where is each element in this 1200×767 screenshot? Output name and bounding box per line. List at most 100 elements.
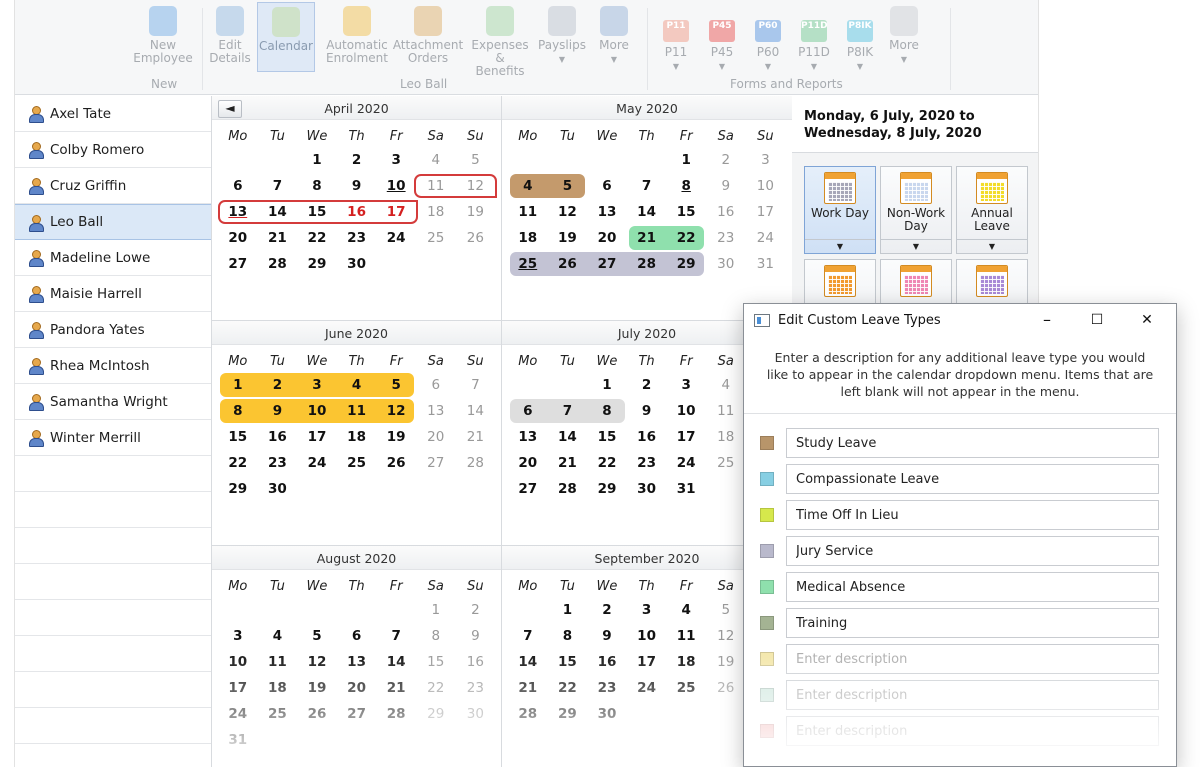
calendar-day[interactable]: 12 xyxy=(297,650,337,674)
calendar-day[interactable]: 20 xyxy=(337,676,377,700)
calendar-day[interactable]: 7 xyxy=(456,373,496,397)
calendar-day[interactable]: 10 xyxy=(376,174,416,198)
color-swatch[interactable] xyxy=(760,616,774,630)
calendar-day[interactable]: 24 xyxy=(297,451,337,475)
calendar-day[interactable]: 6 xyxy=(508,399,548,423)
calendar-day[interactable]: 9 xyxy=(706,174,746,198)
calendar-day[interactable]: 22 xyxy=(416,676,456,700)
calendar-day[interactable]: 17 xyxy=(297,425,337,449)
calendar-day[interactable]: 9 xyxy=(456,624,496,648)
calendar-day[interactable]: 5 xyxy=(706,598,746,622)
maximize-button[interactable]: ☐ xyxy=(1074,304,1120,337)
color-swatch[interactable] xyxy=(760,688,774,702)
calendar-day[interactable]: 5 xyxy=(297,624,337,648)
calendar-day[interactable]: 15 xyxy=(218,425,258,449)
calendar-day[interactable]: 30 xyxy=(258,477,298,501)
calendar-day[interactable]: 17 xyxy=(666,425,706,449)
employee-list-item[interactable]: Madeline Lowe xyxy=(15,240,211,276)
calendar-day[interactable]: 25 xyxy=(258,702,298,726)
calendar-day[interactable]: 23 xyxy=(587,676,627,700)
calendar-day[interactable]: 5 xyxy=(376,373,416,397)
calendar-day[interactable]: 4 xyxy=(416,148,456,172)
calendar-day[interactable]: 8 xyxy=(218,399,258,423)
close-button[interactable]: ✕ xyxy=(1124,304,1170,337)
calendar-day[interactable]: 26 xyxy=(376,451,416,475)
calendar-day[interactable]: 10 xyxy=(297,399,337,423)
calendar-day[interactable]: 2 xyxy=(627,373,667,397)
calendar-day[interactable]: 1 xyxy=(218,373,258,397)
ribbon-button-automatic-enrolment[interactable]: Automatic Enrolment xyxy=(321,2,393,72)
calendar-day[interactable]: 31 xyxy=(746,252,786,276)
leave-description-input[interactable] xyxy=(786,716,1159,746)
calendar-day[interactable]: 15 xyxy=(666,200,706,224)
calendar-day[interactable]: 4 xyxy=(706,373,746,397)
calendar-day[interactable]: 16 xyxy=(258,425,298,449)
calendar-day[interactable]: 18 xyxy=(258,676,298,700)
calendar-day[interactable]: 3 xyxy=(746,148,786,172)
calendar-day[interactable]: 24 xyxy=(627,676,667,700)
employee-list-item[interactable]: Pandora Yates xyxy=(15,312,211,348)
calendar-day[interactable]: 9 xyxy=(258,399,298,423)
dropdown-arrow-icon[interactable]: ▼ xyxy=(805,239,875,253)
calendar-day[interactable]: 17 xyxy=(627,650,667,674)
calendar-day[interactable]: 29 xyxy=(297,252,337,276)
ribbon-button-expenses-benefits[interactable]: Expenses & Benefits xyxy=(469,2,531,78)
calendar-day[interactable]: 30 xyxy=(706,252,746,276)
calendar-day[interactable]: 1 xyxy=(587,373,627,397)
calendar-day[interactable]: 14 xyxy=(508,650,548,674)
color-swatch[interactable] xyxy=(760,724,774,738)
calendar-day[interactable]: 8 xyxy=(548,624,588,648)
calendar-day[interactable]: 20 xyxy=(587,226,627,250)
calendar-day[interactable]: 9 xyxy=(627,399,667,423)
calendar-day[interactable]: 24 xyxy=(218,702,258,726)
calendar-day[interactable]: 2 xyxy=(587,598,627,622)
calendar-day[interactable]: 4 xyxy=(258,624,298,648)
calendar-day[interactable]: 22 xyxy=(548,676,588,700)
calendar-day[interactable]: 14 xyxy=(627,200,667,224)
calendar-day[interactable]: 5 xyxy=(456,148,496,172)
calendar-day[interactable]: 22 xyxy=(297,226,337,250)
calendar-day[interactable]: 21 xyxy=(258,226,298,250)
calendar-day[interactable]: 11 xyxy=(508,200,548,224)
calendar-day[interactable]: 24 xyxy=(376,226,416,250)
calendar-day[interactable]: 10 xyxy=(746,174,786,198)
calendar-day[interactable]: 15 xyxy=(416,650,456,674)
calendar-day[interactable]: 19 xyxy=(548,226,588,250)
calendar-day[interactable]: 28 xyxy=(456,451,496,475)
calendar-day[interactable]: 15 xyxy=(548,650,588,674)
calendar-day[interactable]: 2 xyxy=(337,148,377,172)
leave-description-input[interactable] xyxy=(786,680,1159,710)
leave-description-input[interactable] xyxy=(786,536,1159,566)
calendar-day[interactable]: 29 xyxy=(587,477,627,501)
calendar-day[interactable]: 18 xyxy=(416,200,456,224)
calendar-day[interactable]: 11 xyxy=(337,399,377,423)
calendar-day[interactable]: 28 xyxy=(376,702,416,726)
calendar-day[interactable]: 23 xyxy=(627,451,667,475)
dropdown-arrow-icon[interactable]: ▼ xyxy=(881,239,951,253)
employee-list-item[interactable]: Axel Tate xyxy=(15,96,211,132)
previous-month-button[interactable]: ◄ xyxy=(218,100,242,118)
calendar-day[interactable]: 18 xyxy=(706,425,746,449)
calendar-day[interactable]: 7 xyxy=(508,624,548,648)
calendar-day[interactable]: 9 xyxy=(337,174,377,198)
calendar-day[interactable]: 31 xyxy=(666,477,706,501)
calendar-day[interactable]: 2 xyxy=(456,598,496,622)
calendar-day[interactable]: 3 xyxy=(297,373,337,397)
calendar-day[interactable]: 28 xyxy=(627,252,667,276)
calendar-day[interactable]: 21 xyxy=(508,676,548,700)
color-swatch[interactable] xyxy=(760,652,774,666)
calendar-day[interactable]: 5 xyxy=(548,174,588,198)
minimize-button[interactable]: – xyxy=(1024,304,1070,337)
calendar-day[interactable]: 21 xyxy=(376,676,416,700)
ribbon-button-attachment-orders[interactable]: Attachment Orders xyxy=(391,2,465,72)
calendar-day[interactable]: 30 xyxy=(627,477,667,501)
calendar-day[interactable]: 13 xyxy=(508,425,548,449)
color-swatch[interactable] xyxy=(760,508,774,522)
calendar-day[interactable]: 29 xyxy=(666,252,706,276)
calendar-day[interactable]: 14 xyxy=(456,399,496,423)
calendar-day[interactable]: 20 xyxy=(508,451,548,475)
calendar-day[interactable]: 10 xyxy=(666,399,706,423)
calendar-day[interactable]: 1 xyxy=(297,148,337,172)
calendar-day[interactable]: 6 xyxy=(587,174,627,198)
calendar-day[interactable]: 8 xyxy=(587,399,627,423)
